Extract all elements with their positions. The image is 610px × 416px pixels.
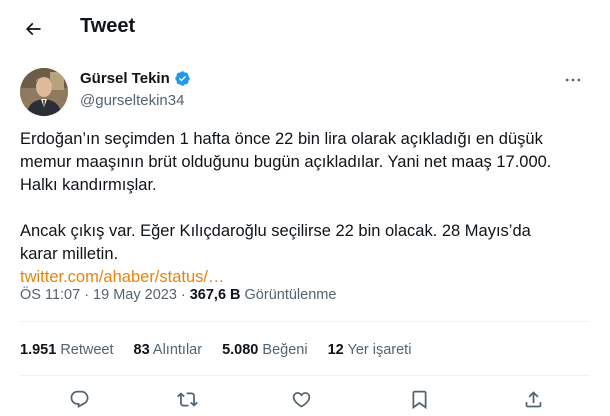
separator-dot: · [180, 287, 186, 303]
tweet-line: karar milletin. [20, 245, 119, 263]
more-horizontal-icon [565, 78, 581, 82]
bookmarks-stat[interactable]: 12 Yer işareti [328, 342, 412, 358]
views-count: 367,6 B [189, 287, 241, 303]
arrow-left-icon [25, 22, 41, 36]
verified-badge-icon [175, 71, 190, 86]
tweet-meta: ÖS 11:07 · 19 May 2023 · 367,6 B Görüntü… [20, 287, 336, 303]
avatar[interactable] [20, 68, 68, 116]
retweets-label: Retweet [60, 342, 114, 358]
retweets-stat[interactable]: 1.951 Retweet [20, 342, 114, 358]
reply-button[interactable] [64, 384, 94, 414]
tweet-line: Ancak çıkış var. Eğer Kılıçdaroğlu seçil… [20, 222, 531, 240]
retweets-count: 1.951 [20, 342, 57, 358]
page-title: Tweet [80, 15, 136, 37]
more-button[interactable] [558, 70, 588, 90]
retweet-icon [176, 391, 198, 407]
quotes-stat[interactable]: 83 Alıntılar [134, 342, 203, 358]
action-bar [0, 384, 610, 414]
share-button[interactable] [518, 384, 548, 414]
tweet-line: memur maaşının brüt olduğunu bugün açıkl… [20, 153, 552, 171]
likes-count: 5.080 [222, 342, 259, 358]
divider [20, 321, 590, 322]
likes-label: Beğeni [262, 342, 308, 358]
quotes-label: Alıntılar [152, 342, 203, 358]
tweet-date[interactable]: 19 May 2023 [93, 287, 177, 303]
tweet-author: Gürsel Tekin @gurseltekin34 [20, 68, 590, 118]
avatar-image [20, 68, 68, 116]
tweet-body: Erdoğan’ın seçimden 1 hafta önce 22 bin … [20, 128, 590, 289]
name-row: Gürsel Tekin [80, 70, 191, 87]
likes-stat[interactable]: 5.080 Beğeni [222, 342, 307, 358]
top-bar: Tweet [0, 0, 610, 56]
author-handle[interactable]: @gurseltekin34 [80, 92, 184, 109]
share-icon [525, 390, 541, 407]
retweet-button[interactable] [172, 384, 202, 414]
quotes-count: 83 [133, 342, 150, 358]
bookmarks-count: 12 [327, 342, 344, 358]
tweet-line: Erdoğan’ın seçimden 1 hafta önce 22 bin … [20, 130, 543, 148]
back-button[interactable] [16, 12, 50, 46]
tweet-line: Halkı kandırmışlar. [20, 176, 157, 194]
divider [20, 375, 590, 376]
like-button[interactable] [286, 384, 316, 414]
like-icon [292, 391, 310, 408]
tweet-time[interactable]: ÖS 11:07 [20, 287, 80, 303]
bookmark-icon [412, 390, 426, 409]
tweet-link[interactable]: twitter.com/ahaber/status/… [20, 268, 225, 286]
author-name[interactable]: Gürsel Tekin [80, 70, 170, 87]
views-label: Görüntülenme [244, 287, 337, 303]
bookmark-button[interactable] [404, 384, 434, 414]
bookmarks-label: Yer işareti [347, 342, 412, 358]
engagement-stats: 1.951 Retweet 83 Alıntılar 5.080 Beğeni … [20, 342, 431, 358]
reply-icon [70, 390, 88, 408]
separator-dot: · [84, 287, 90, 303]
